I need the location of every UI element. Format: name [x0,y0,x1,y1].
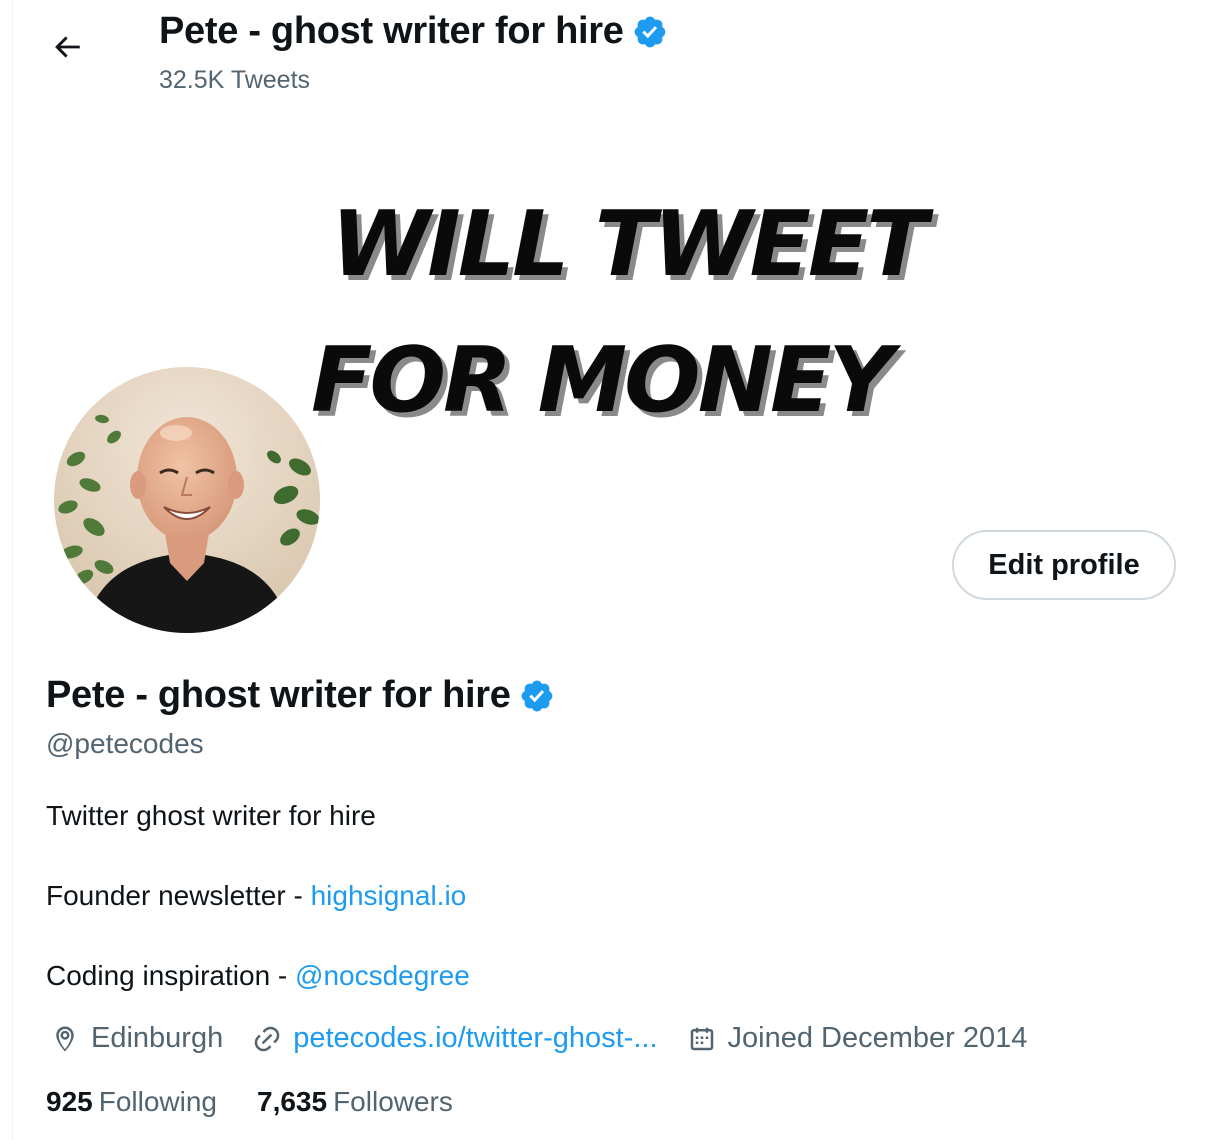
tweets-count: 32.5K Tweets [159,66,311,94]
follow-stats: 925 Following 7,635 Followers [46,1086,493,1118]
profile-name: Pete - ghost writer for hire [46,674,555,717]
profile-column: Pete - ghost writer for hire 32.5K Tweet… [12,0,1220,1140]
avatar-photo [54,367,320,633]
verified-badge-icon[interactable] [632,14,668,50]
profile-meta: Edinburgh petecodes.io/twitter-ghost-...… [49,1022,1055,1055]
joined-item: Joined December 2014 [686,1022,1028,1055]
link-icon [251,1023,283,1055]
location-text: Edinburgh [91,1022,224,1054]
profile-display-name: Pete - ghost writer for hire [46,674,511,716]
bio-line-1: Twitter ghost writer for hire [46,800,376,831]
banner-text-line-1: WILL TWEET [331,192,928,297]
location-pin-icon [49,1023,81,1055]
bio-mention-link[interactable]: @nocsdegree [295,960,470,991]
back-button[interactable] [47,29,87,69]
followers-link[interactable]: 7,635 Followers [257,1086,453,1118]
edit-profile-button[interactable]: Edit profile [952,530,1176,600]
website-item[interactable]: petecodes.io/twitter-ghost-... [251,1022,658,1055]
profile-handle: @petecodes [46,728,204,759]
bio-line-2-text: Founder newsletter - [46,880,311,911]
avatar[interactable] [51,364,323,636]
header-title: Pete - ghost writer for hire [159,10,668,53]
joined-text: Joined December 2014 [727,1022,1028,1054]
banner-text-line-2: FOR MONEY [311,328,894,433]
followers-count: 7,635 [257,1086,328,1117]
bio-line-2: Founder newsletter - highsignal.io [46,880,466,912]
following-label: Following [98,1086,217,1117]
followers-label: Followers [333,1086,453,1117]
following-count: 925 [46,1086,93,1117]
following-link[interactable]: 925 Following [46,1086,217,1118]
website-link[interactable]: petecodes.io/twitter-ghost-... [293,1022,657,1055]
arrow-left-icon [50,30,84,69]
header-name: Pete - ghost writer for hire [159,10,624,52]
bio-line-3: Coding inspiration - @nocsdegree [46,960,470,992]
calendar-icon [686,1023,718,1055]
verified-badge-icon[interactable] [519,678,555,714]
bio-line-3-text: Coding inspiration - [46,960,296,991]
bio-newsletter-link[interactable]: highsignal.io [311,880,467,911]
location-item: Edinburgh [49,1022,223,1055]
